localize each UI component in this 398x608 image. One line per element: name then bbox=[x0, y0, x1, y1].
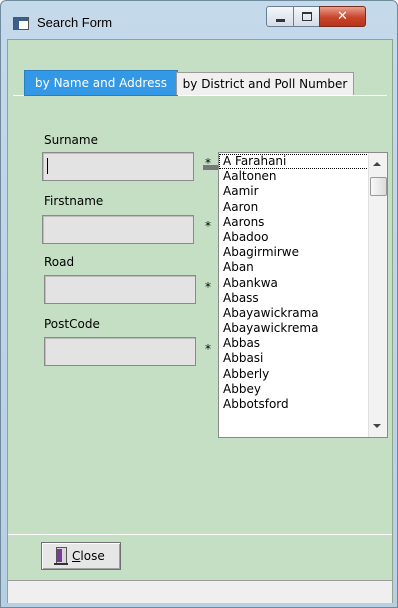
maximize-icon bbox=[301, 12, 312, 21]
postcode-field[interactable] bbox=[44, 337, 196, 366]
surname-label: Surname bbox=[44, 133, 98, 147]
postcode-required-marker: * bbox=[205, 342, 211, 356]
surname-list-item[interactable]: Aaltonen bbox=[219, 169, 369, 184]
surname-list-item[interactable]: Abass bbox=[219, 291, 369, 306]
close-window-button[interactable]: ✕ bbox=[319, 6, 366, 27]
surname-list-item[interactable]: Abagirmirwe bbox=[219, 245, 369, 260]
tab-by-district-and-poll-number[interactable]: by District and Poll Number bbox=[176, 72, 354, 95]
app-window-icon[interactable] bbox=[13, 17, 29, 30]
road-field[interactable] bbox=[44, 275, 196, 304]
surname-list-item[interactable]: A Farahani bbox=[219, 154, 369, 170]
firstname-field[interactable] bbox=[42, 215, 194, 244]
postcode-label: PostCode bbox=[44, 317, 100, 331]
close-icon: ✕ bbox=[337, 9, 348, 24]
maximize-button[interactable] bbox=[293, 6, 320, 27]
text-caret bbox=[47, 158, 48, 174]
title-bar[interactable]: Search Form ✕ bbox=[1, 1, 397, 39]
search-form-window: Search Form ✕ by Name and Address by Dis… bbox=[0, 0, 398, 608]
exit-door-icon bbox=[54, 547, 68, 565]
scroll-thumb[interactable] bbox=[370, 177, 387, 196]
surname-field[interactable] bbox=[42, 152, 194, 181]
surname-list-item[interactable]: Abbey bbox=[219, 382, 369, 397]
surname-list-item[interactable]: Abayawickrama bbox=[219, 306, 369, 321]
road-required-marker: * bbox=[205, 280, 211, 294]
close-button-label: Close bbox=[72, 549, 105, 563]
surname-list-item[interactable]: Abadoo bbox=[219, 230, 369, 245]
surname-list-item[interactable]: Abberly bbox=[219, 367, 369, 382]
surname-list-item[interactable]: Abbas bbox=[219, 336, 369, 351]
minimize-button[interactable] bbox=[266, 6, 294, 27]
scroll-up-arrow-icon[interactable] bbox=[373, 162, 381, 166]
window-title: Search Form bbox=[37, 15, 113, 30]
form-panel: by Name and Address by District and Poll… bbox=[7, 39, 393, 603]
minimize-icon bbox=[275, 18, 285, 22]
listbox-scrollbar[interactable] bbox=[368, 153, 387, 437]
surname-list-item[interactable]: Abayawickrema bbox=[219, 321, 369, 336]
close-button[interactable]: Close bbox=[41, 542, 121, 570]
status-bar bbox=[8, 580, 392, 603]
scroll-down-arrow-icon[interactable] bbox=[373, 424, 381, 428]
surname-list-item[interactable]: Aarons bbox=[219, 215, 369, 230]
surname-list-item[interactable]: Abbotsford bbox=[219, 397, 369, 412]
surname-list-items: A Farahani Aaltonen Aamir Aaron Aarons Abadoo… bbox=[219, 154, 369, 412]
tab-by-name-and-address[interactable]: by Name and Address bbox=[24, 70, 178, 96]
surname-list-item[interactable]: Abankwa bbox=[219, 276, 369, 291]
firstname-label: Firstname bbox=[44, 194, 104, 208]
surname-list-item[interactable]: Aban bbox=[219, 260, 369, 275]
surname-list-item[interactable]: Aaron bbox=[219, 200, 369, 215]
footer-divider bbox=[8, 534, 392, 535]
firstname-required-marker: * bbox=[205, 219, 211, 233]
list-link-indicator bbox=[203, 165, 218, 170]
surname-listbox[interactable]: A Farahani Aaltonen Aamir Aaron Aarons Abadoo… bbox=[218, 152, 388, 438]
surname-list-item[interactable]: Abbasi bbox=[219, 351, 369, 366]
surname-list-item[interactable]: Aamir bbox=[219, 184, 369, 199]
road-label: Road bbox=[44, 255, 75, 269]
